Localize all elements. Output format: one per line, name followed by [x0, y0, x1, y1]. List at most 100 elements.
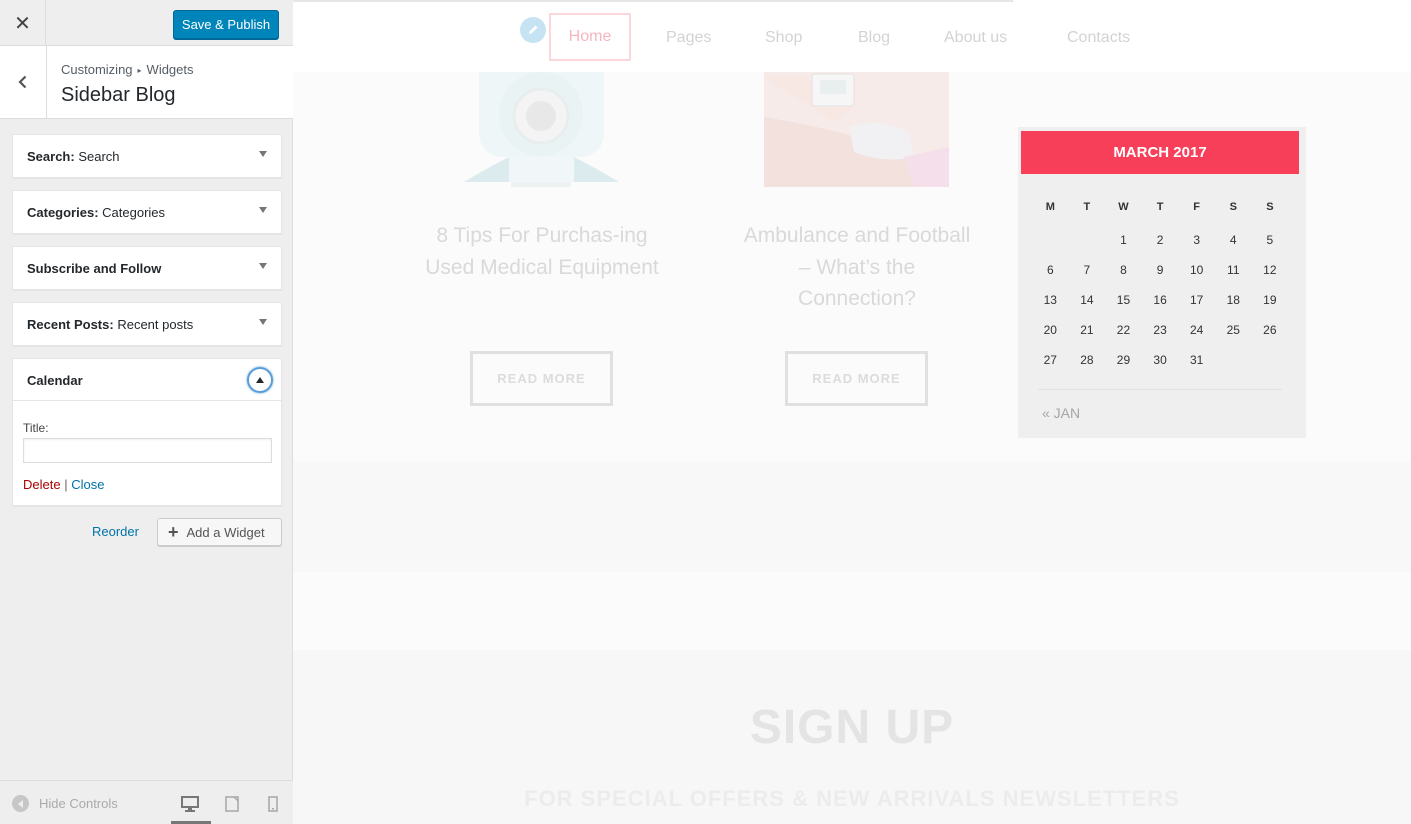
expand-arrow-icon[interactable] [259, 207, 267, 213]
preview-tablet-button[interactable] [223, 795, 241, 813]
calendar-day: 3 [1193, 233, 1201, 247]
section-title: Sidebar Blog [61, 84, 176, 106]
calendar-day: 18 [1226, 293, 1240, 307]
preview-mobile-button[interactable] [266, 795, 280, 813]
breadcrumb-customizing: Customizing [61, 62, 133, 77]
calendar-day: 5 [1266, 233, 1274, 247]
calendar-day: 9 [1156, 263, 1164, 277]
customizer-panel: ✕ Save & Publish Customizing ▸ Widgets Sid… [0, 0, 293, 824]
tablet-icon [225, 796, 239, 812]
calendar-day: 20 [1043, 323, 1057, 337]
widget-search[interactable]: Search: Search [12, 134, 282, 178]
post-thumbnail-blood-pressure[interactable] [764, 72, 949, 187]
nav-item-contacts[interactable]: Contacts [1067, 29, 1130, 47]
nav-item-about[interactable]: About us [944, 29, 1007, 47]
desktop-icon [181, 796, 199, 812]
site-preview: Home Pages Shop Blog About us Contacts 8 [293, 0, 1411, 824]
calendar-day: 27 [1043, 353, 1057, 367]
nav-item-shop[interactable]: Shop [765, 29, 802, 47]
widget-title: Search: Search [27, 149, 120, 164]
calendar-day: 31 [1189, 353, 1204, 367]
close-icon: ✕ [14, 11, 31, 35]
weekday: W [1118, 201, 1129, 213]
calendar-day: 2 [1156, 233, 1164, 247]
save-publish-button[interactable]: Save & Publish [173, 10, 279, 39]
widget-subscribe-follow[interactable]: Subscribe and Follow [12, 246, 282, 290]
content-band [293, 462, 1411, 572]
post-title[interactable]: Ambulance and Football – What’s the Conn… [737, 220, 977, 315]
hide-controls-label: Hide Controls [39, 796, 118, 811]
widget-title: Categories: Categories [27, 205, 166, 220]
back-button[interactable] [0, 46, 47, 118]
section-header: Customizing ▸ Widgets Sidebar Blog [0, 46, 293, 119]
calendar-prev-month-link[interactable]: « JAN [1042, 405, 1080, 421]
calendar-weekday-row: M T W T F S S [1032, 195, 1290, 219]
post-thumbnail-scanner[interactable] [449, 72, 634, 187]
calendar-week: 20 21 22 23 24 25 26 [1032, 315, 1290, 345]
close-customizer-button[interactable]: ✕ [0, 0, 46, 46]
expand-arrow-icon[interactable] [259, 319, 267, 325]
calendar-day: 13 [1043, 293, 1057, 307]
widget-recent-posts[interactable]: Recent Posts: Recent posts [12, 302, 282, 346]
widget-title: Recent Posts: Recent posts [27, 317, 194, 332]
add-widget-button[interactable]: + Add a Widget [157, 518, 282, 546]
calendar-day: 15 [1116, 293, 1131, 307]
mobile-icon [268, 796, 278, 812]
plus-icon: + [168, 522, 179, 542]
widget-categories[interactable]: Categories: Categories [12, 190, 282, 234]
edit-shortcut-button[interactable] [520, 17, 546, 43]
widget-recent-posts-header[interactable]: Recent Posts: Recent posts [13, 303, 281, 345]
collapse-arrow-icon [256, 377, 264, 383]
customizer-footer: Hide Controls [0, 780, 293, 824]
breadcrumb-separator-icon: ▸ [137, 66, 142, 75]
calendar-grid: M T W T F S S 1 2 3 4 5 6 7 8 9 10 11 12… [1032, 195, 1290, 375]
calendar-day: 6 [1046, 263, 1054, 277]
add-widget-label: Add a Widget [186, 524, 265, 540]
widget-search-header[interactable]: Search: Search [13, 135, 281, 177]
widget-calendar: Calendar Title: Delete | Close [12, 358, 282, 506]
calendar-day: 8 [1120, 263, 1127, 277]
read-more-button[interactable]: READ MORE [785, 351, 928, 406]
close-widget-link[interactable]: Close [71, 477, 104, 492]
calendar-day: 22 [1116, 323, 1131, 337]
preview-desktop-button[interactable] [180, 795, 200, 813]
expand-arrow-icon[interactable] [259, 263, 267, 269]
reorder-link[interactable]: Reorder [92, 524, 139, 539]
read-more-button[interactable]: READ MORE [470, 351, 613, 406]
expand-arrow-icon[interactable] [259, 151, 267, 157]
customizer-header: ✕ Save & Publish [0, 0, 293, 46]
weekday: T [1156, 201, 1164, 213]
widget-instance-title: Recent posts [117, 317, 194, 332]
actions-separator: | [64, 477, 68, 492]
signup-title: SIGN UP [749, 701, 955, 754]
calendar-month: MARCH 2017 [1021, 131, 1299, 174]
weekday: T [1083, 201, 1091, 213]
calendar-day: 29 [1116, 353, 1131, 367]
calendar-day: 12 [1263, 263, 1277, 277]
widget-calendar-header[interactable]: Calendar [13, 359, 281, 401]
breadcrumb-widgets: Widgets [146, 62, 194, 77]
nav-item-pages[interactable]: Pages [666, 29, 711, 47]
calendar-day: 25 [1226, 323, 1240, 337]
widget-categories-header[interactable]: Categories: Categories [13, 191, 281, 233]
hide-controls-button[interactable]: Hide Controls [12, 795, 118, 812]
calendar-day: 4 [1229, 233, 1237, 247]
calendar-day: 19 [1263, 293, 1277, 307]
nav-item-home[interactable]: Home [549, 13, 631, 61]
calendar-day: 1 [1120, 233, 1127, 247]
widget-instance-title: Search [78, 149, 120, 164]
calendar-day: 16 [1153, 293, 1167, 307]
widget-subscribe-header[interactable]: Subscribe and Follow [13, 247, 281, 289]
signup-subtitle: FOR SPECIAL OFFERS & NEW ARRIVALS NEWSLE… [524, 786, 1180, 811]
collapse-toggle-button[interactable] [247, 367, 273, 393]
post-title[interactable]: 8 Tips For Purchas-ing Used Medical Equi… [422, 220, 662, 283]
calendar-week: 13 14 15 16 17 18 19 [1032, 285, 1290, 315]
calendar-title-input[interactable] [23, 438, 272, 463]
nav-item-blog[interactable]: Blog [858, 29, 890, 47]
top-border-line [293, 0, 1013, 2]
mri-scanner-image [464, 72, 619, 187]
calendar-day: 17 [1189, 293, 1204, 307]
widget-title: Subscribe and Follow [27, 261, 162, 276]
breadcrumb: Customizing ▸ Widgets [61, 62, 194, 77]
delete-widget-link[interactable]: Delete [23, 477, 61, 492]
